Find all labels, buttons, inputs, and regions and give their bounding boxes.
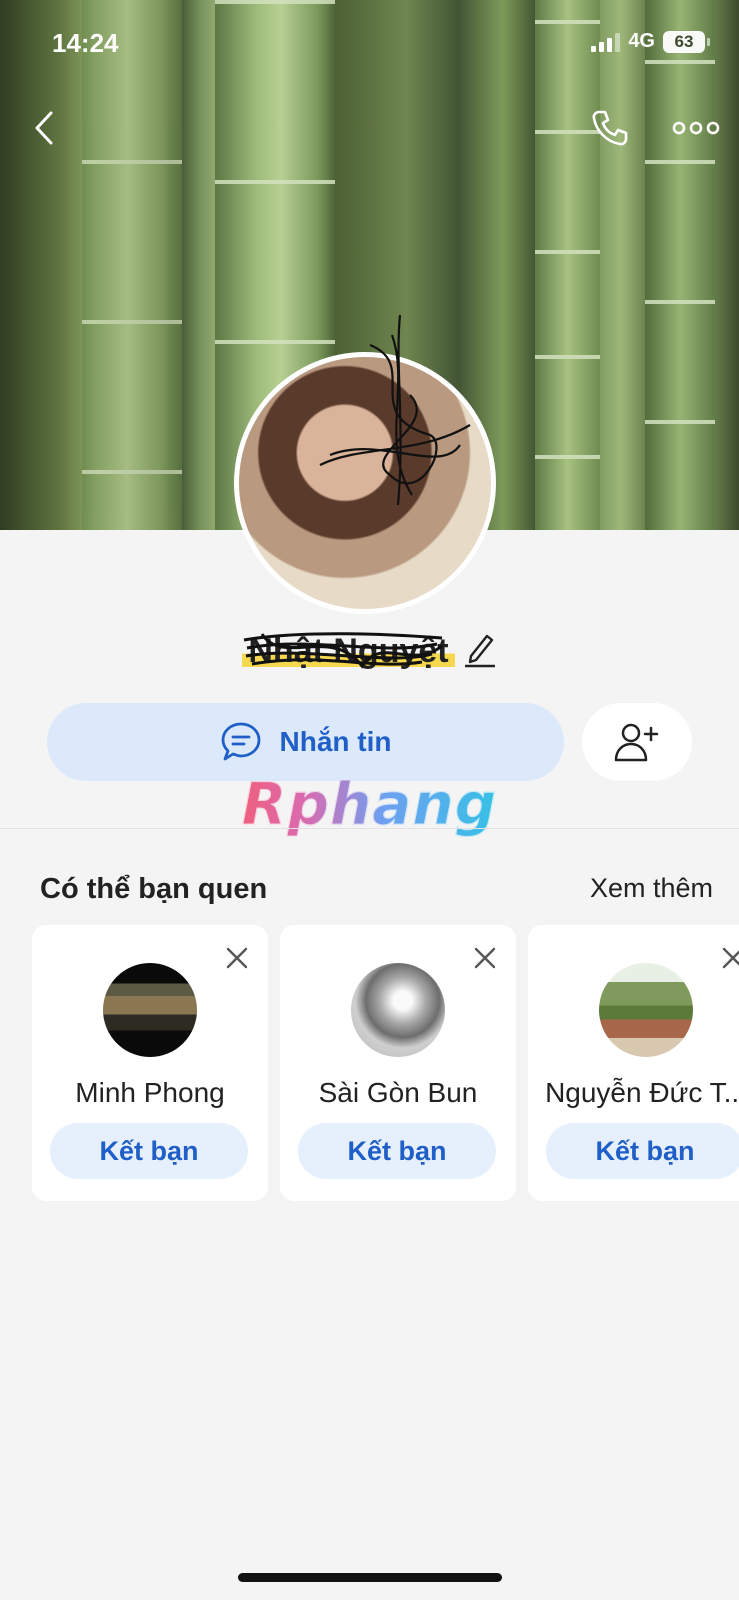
add-friend-button[interactable]: Kết bạn (50, 1123, 248, 1179)
profile-name: Nhật Nguyệt (242, 632, 455, 671)
call-button[interactable] (586, 104, 634, 152)
suggestion-avatar[interactable] (103, 963, 197, 1057)
more-button[interactable] (666, 104, 726, 152)
bamboo-stalk (645, 0, 715, 530)
suggestion-list[interactable]: Minh Phong Kết bạn Sài Gòn Bun Kết bạn N… (32, 925, 739, 1201)
status-indicators: 4G 63 (591, 30, 710, 53)
suggestion-name: Sài Gòn Bun (318, 1077, 478, 1108)
signal-icon (591, 32, 621, 52)
add-friend-button[interactable]: Kết bạn (546, 1123, 739, 1179)
pencil-icon (464, 634, 495, 668)
more-horizontal-icon (672, 121, 720, 135)
close-icon[interactable] (472, 945, 498, 971)
network-type: 4G (628, 30, 655, 52)
bamboo-stalk (82, 0, 182, 530)
suggestion-card[interactable]: Sài Gòn Bun Kết bạn (280, 925, 516, 1201)
status-time: 14:24 (52, 28, 119, 58)
suggestion-card[interactable]: Minh Phong Kết bạn (32, 925, 268, 1201)
suggestion-avatar[interactable] (599, 963, 693, 1057)
chevron-left-icon (35, 111, 53, 145)
see-more-link[interactable]: Xem thêm (590, 873, 713, 904)
chat-bubble-icon (221, 722, 260, 761)
battery-level: 63 (674, 31, 694, 51)
suggestions-title: Có thể bạn quen (40, 873, 268, 905)
add-friend-button[interactable]: Kết bạn (298, 1123, 496, 1179)
suggestion-name: Minh Phong (75, 1077, 225, 1108)
name-redaction-scribble (244, 632, 444, 669)
edit-name-button[interactable] (463, 630, 497, 673)
home-indicator[interactable] (238, 1573, 502, 1582)
battery-icon: 63 (663, 30, 710, 53)
suggestion-name: Nguyễn Đức T... (545, 1077, 739, 1108)
section-divider (0, 828, 739, 829)
bamboo-stalk (535, 0, 600, 530)
message-button-label: Nhắn tin (279, 726, 392, 757)
back-button[interactable] (20, 104, 68, 152)
close-icon[interactable] (720, 945, 739, 971)
suggestion-avatar[interactable] (351, 963, 445, 1057)
suggestion-card[interactable]: Nguyễn Đức T... Kết bạn (528, 925, 739, 1201)
add-user-icon (614, 723, 659, 762)
phone-icon (592, 110, 628, 146)
redaction-scribble (319, 314, 471, 506)
close-icon[interactable] (224, 945, 250, 971)
profile-name-row: Nhật Nguyệt (0, 630, 739, 673)
